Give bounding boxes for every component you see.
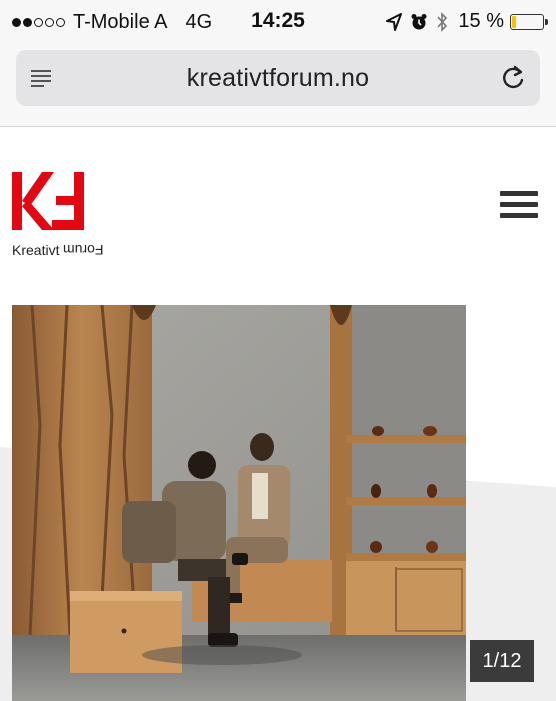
logo-caption: Kreativt Forum: [12, 242, 104, 258]
slide-counter: 1/12: [470, 640, 534, 682]
bluetooth-icon: [436, 11, 448, 32]
gallery-image[interactable]: [12, 305, 466, 701]
reload-icon[interactable]: [498, 63, 528, 93]
status-right: 15 %: [378, 10, 548, 33]
menu-bar-bottom: [500, 213, 538, 218]
battery-percentage: 15 %: [458, 10, 504, 32]
hamburger-menu-icon[interactable]: [500, 191, 538, 221]
menu-bar-middle: [500, 202, 538, 207]
address-bar[interactable]: kreativtforum.no: [16, 50, 540, 106]
logo-caption-right: Forum: [63, 242, 104, 258]
location-arrow-icon: [386, 12, 403, 31]
web-page: Kreativt Forum 1/12: [0, 127, 556, 701]
browser-toolbar: kreativtforum.no: [0, 44, 556, 127]
battery-fill: [512, 15, 516, 28]
alarm-clock-icon: [410, 13, 428, 31]
shoe-store-photo: [12, 305, 466, 701]
status-bar: T-Mobile A 4G 14:25 15 %: [0, 0, 556, 44]
menu-bar-top: [500, 191, 538, 196]
logo-caption-left: Kreativt: [12, 242, 60, 258]
kf-logo[interactable]: [12, 170, 84, 232]
battery-icon: [510, 13, 548, 30]
url-text[interactable]: kreativtforum.no: [16, 64, 540, 93]
